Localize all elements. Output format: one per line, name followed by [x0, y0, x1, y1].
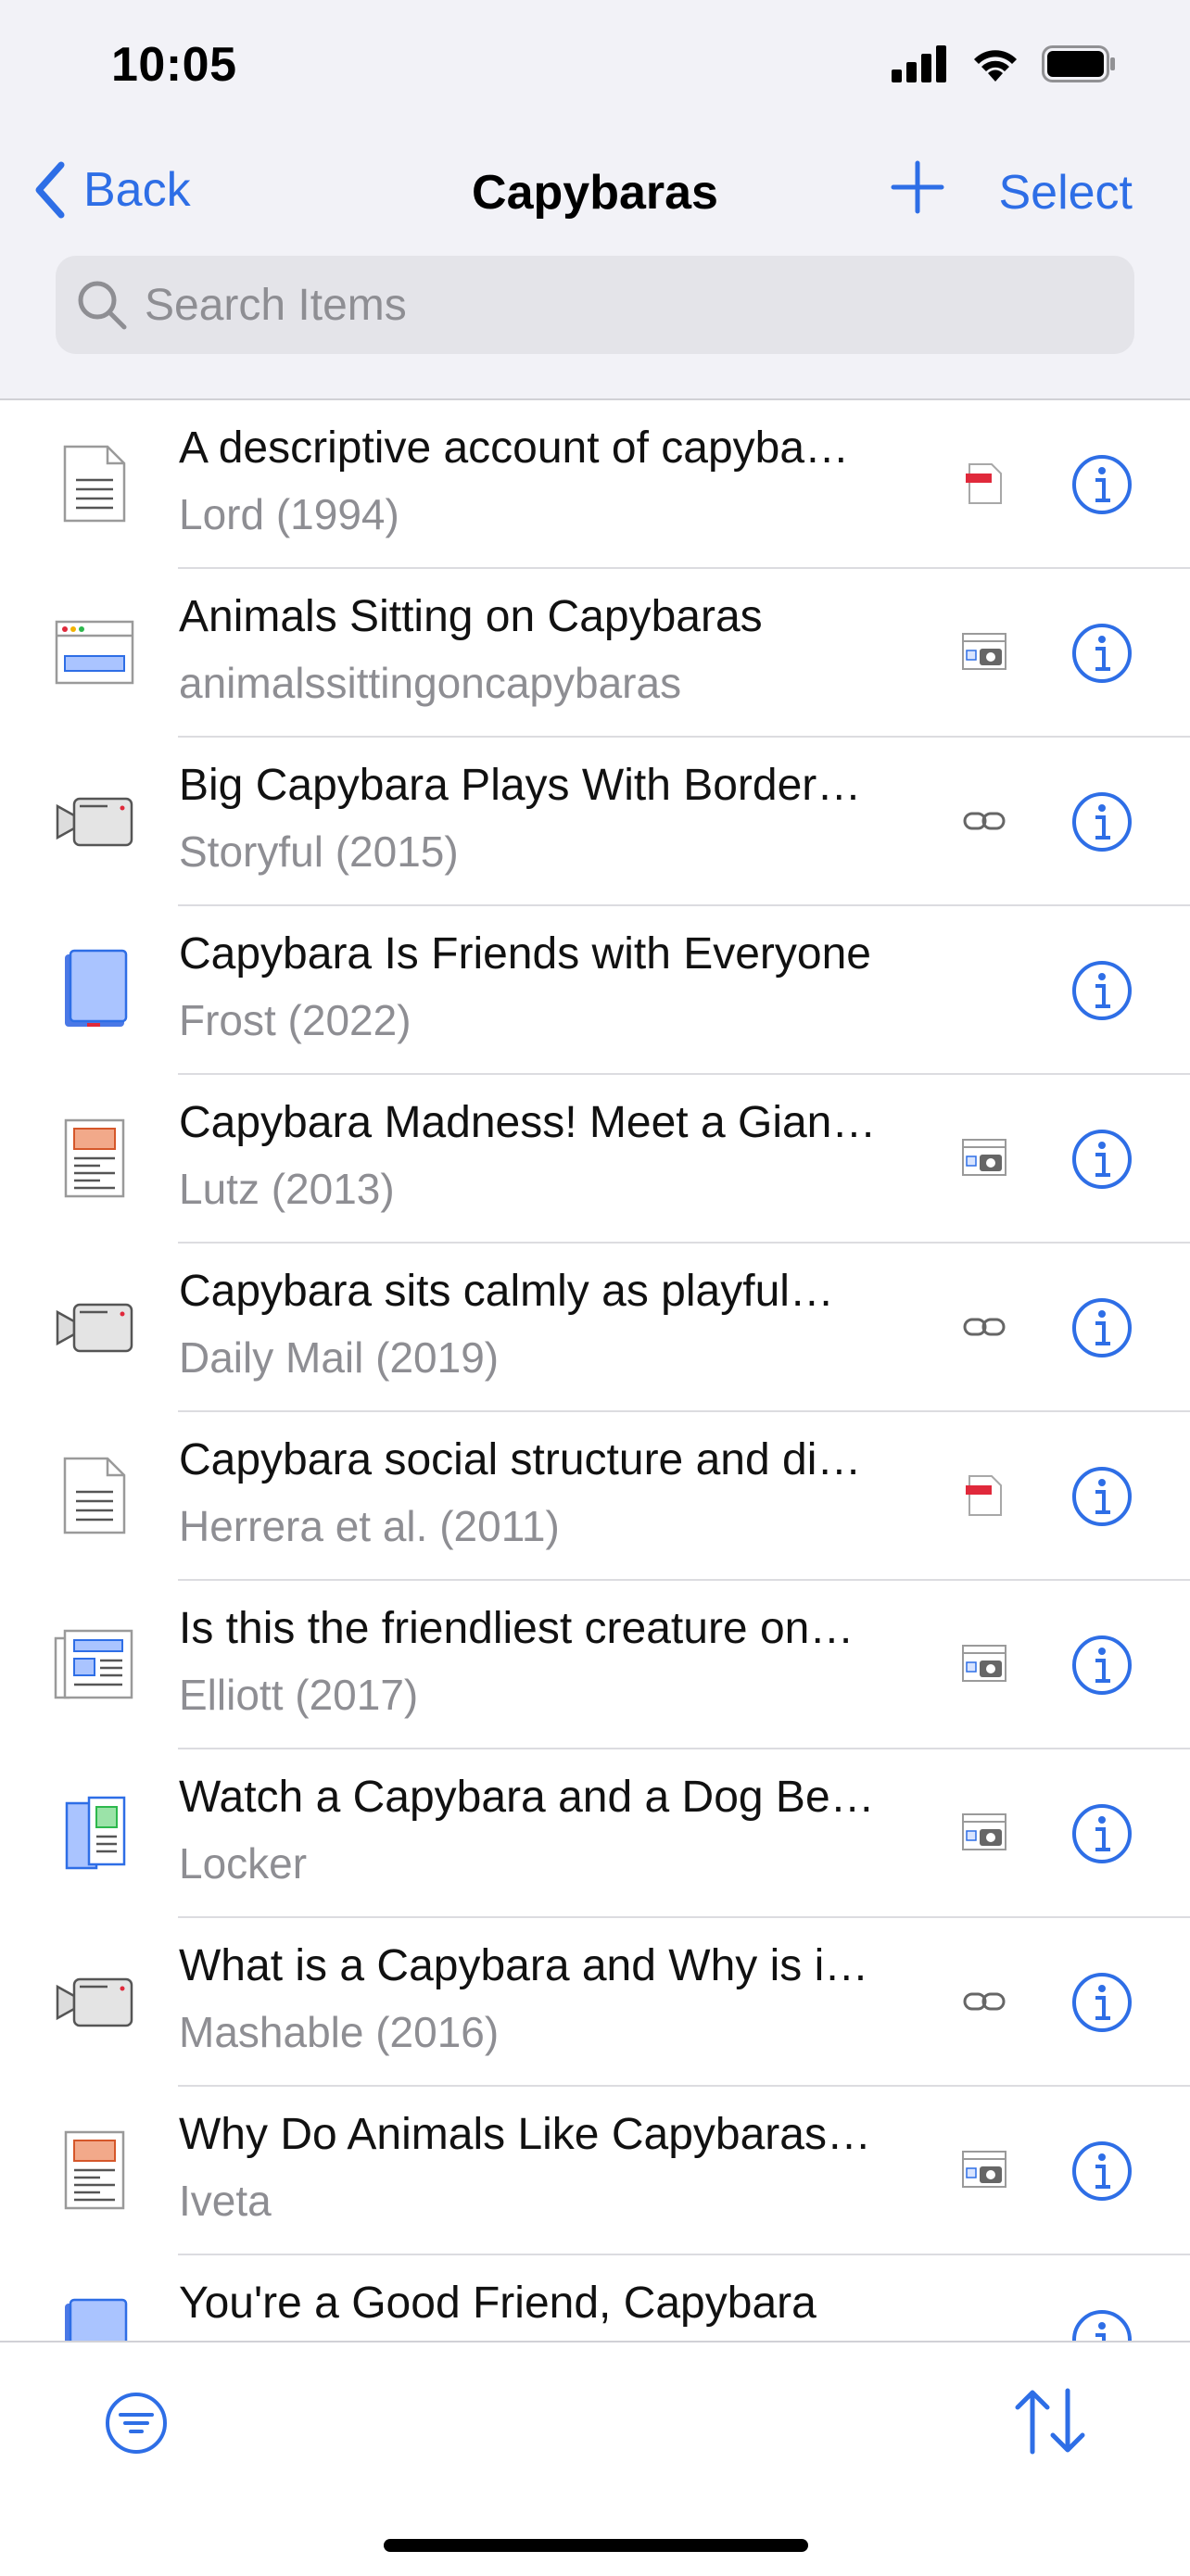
- item-subtitle: Lutz (2013): [179, 1165, 395, 1213]
- cellular-signal-icon: [892, 45, 946, 82]
- row-separator: [178, 1579, 1190, 1581]
- list-item[interactable]: Capybara social structure and di… Herrer…: [0, 1410, 1190, 1579]
- row-separator: [178, 1242, 1190, 1244]
- item-title: Why Do Animals Like Capybaras…: [179, 2110, 871, 2159]
- item-subtitle: Locker: [179, 1839, 308, 1888]
- snapshot-attachment-icon[interactable]: [960, 628, 1008, 676]
- list-item[interactable]: Watch a Capybara and a Dog Be… Locker: [0, 1748, 1190, 1916]
- select-button[interactable]: Select: [998, 165, 1133, 221]
- status-time: 10:05: [111, 38, 237, 92]
- link-attachment-icon[interactable]: [960, 1977, 1008, 2026]
- home-indicator[interactable]: [384, 2539, 808, 2552]
- battery-icon: [1042, 45, 1115, 82]
- newspaper-article-icon: [52, 1622, 137, 1707]
- snapshot-attachment-icon[interactable]: [960, 1134, 1008, 1182]
- list-item[interactable]: You're a Good Friend, Capybara: [0, 2254, 1190, 2341]
- info-button[interactable]: [1071, 454, 1133, 515]
- item-title: A descriptive account of capyba…: [179, 423, 850, 473]
- item-title: Is this the friendliest creature on…: [179, 1604, 855, 1653]
- magazine-article-icon: [52, 1116, 137, 1201]
- item-title: Capybara sits calmly as playful…: [179, 1267, 834, 1316]
- document-icon: [52, 1453, 137, 1538]
- list-item[interactable]: A descriptive account of capyba… Lord (1…: [0, 398, 1190, 567]
- row-separator: [178, 1748, 1190, 1749]
- search-icon: [78, 281, 127, 330]
- link-attachment-icon[interactable]: [960, 797, 1008, 845]
- list-item[interactable]: Is this the friendliest creature on… Ell…: [0, 1579, 1190, 1748]
- status-icons: [892, 44, 1116, 83]
- wifi-icon: [974, 50, 1017, 82]
- list-item[interactable]: Animals Sitting on Capybaras animalssitt…: [0, 567, 1190, 736]
- navigation-bar: Back Capybaras Select Search Items: [0, 139, 1190, 400]
- info-button[interactable]: [1071, 2140, 1133, 2202]
- item-title: Big Capybara Plays With Border…: [179, 761, 862, 810]
- info-button[interactable]: [1071, 1297, 1133, 1358]
- filter-icon[interactable]: [104, 2391, 169, 2456]
- item-title: Animals Sitting on Capybaras: [179, 592, 763, 641]
- item-title: Capybara Is Friends with Everyone: [179, 929, 871, 979]
- item-subtitle: animalssittingoncapybaras: [179, 659, 682, 707]
- webpage-icon: [52, 610, 137, 695]
- magazine-article-icon: [52, 2128, 137, 2213]
- row-separator: [178, 1073, 1190, 1075]
- bottom-toolbar: [0, 2341, 1190, 2576]
- item-subtitle: Storyful (2015): [179, 827, 459, 876]
- row-separator: [178, 1410, 1190, 1412]
- info-button[interactable]: [1071, 1466, 1133, 1527]
- item-subtitle: Frost (2022): [179, 996, 411, 1044]
- item-subtitle: Mashable (2016): [179, 2008, 500, 2056]
- row-separator: [178, 736, 1190, 738]
- snapshot-attachment-icon[interactable]: [960, 1809, 1008, 1857]
- search-field[interactable]: Search Items: [56, 256, 1134, 354]
- item-subtitle: Lord (1994): [179, 490, 399, 538]
- info-button[interactable]: [1071, 2309, 1133, 2341]
- search-placeholder: Search Items: [145, 280, 407, 330]
- pdf-attachment-icon[interactable]: [960, 1471, 1008, 1520]
- row-separator: [178, 2085, 1190, 2087]
- item-title: You're a Good Friend, Capybara: [179, 2279, 817, 2328]
- item-list: A descriptive account of capyba… Lord (1…: [0, 398, 1190, 2341]
- snapshot-attachment-icon[interactable]: [960, 1640, 1008, 1688]
- item-subtitle: Herrera et al. (2011): [179, 1502, 560, 1550]
- list-item[interactable]: Why Do Animals Like Capybaras… Iveta: [0, 2085, 1190, 2254]
- info-button[interactable]: [1071, 1803, 1133, 1864]
- item-title: Capybara Madness! Meet a Gian…: [179, 1098, 877, 1147]
- item-subtitle: Iveta: [179, 2177, 272, 2225]
- row-separator: [178, 1916, 1190, 1918]
- row-separator: [178, 567, 1190, 569]
- pdf-attachment-icon[interactable]: [960, 460, 1008, 508]
- item-title: Capybara social structure and di…: [179, 1435, 862, 1484]
- info-button[interactable]: [1071, 1129, 1133, 1190]
- row-separator: [178, 904, 1190, 906]
- row-separator: [178, 2254, 1190, 2255]
- sort-icon[interactable]: [1012, 2385, 1088, 2457]
- list-item[interactable]: What is a Capybara and Why is i… Mashabl…: [0, 1916, 1190, 2085]
- book-icon: [52, 947, 137, 1032]
- book-icon: [52, 2296, 137, 2341]
- item-title: What is a Capybara and Why is i…: [179, 1941, 869, 1990]
- video-icon: [52, 1284, 137, 1370]
- item-subtitle: Elliott (2017): [179, 1671, 419, 1719]
- list-item[interactable]: Capybara Madness! Meet a Gian… Lutz (201…: [0, 1073, 1190, 1242]
- list-item[interactable]: Capybara Is Friends with Everyone Frost …: [0, 904, 1190, 1073]
- item-subtitle: Daily Mail (2019): [179, 1333, 500, 1382]
- info-button[interactable]: [1071, 791, 1133, 852]
- snapshot-attachment-icon[interactable]: [960, 2146, 1008, 2194]
- item-title: Watch a Capybara and a Dog Be…: [179, 1773, 875, 1822]
- status-bar: 10:05: [0, 0, 1190, 139]
- list-item[interactable]: Capybara sits calmly as playful… Daily M…: [0, 1242, 1190, 1410]
- blog-post-icon: [52, 1790, 137, 1875]
- info-button[interactable]: [1071, 1972, 1133, 2033]
- list-item[interactable]: Big Capybara Plays With Border… Storyful…: [0, 736, 1190, 904]
- link-attachment-icon[interactable]: [960, 1303, 1008, 1351]
- video-icon: [52, 1959, 137, 2044]
- document-icon: [52, 441, 137, 526]
- info-button[interactable]: [1071, 623, 1133, 684]
- info-button[interactable]: [1071, 1635, 1133, 1696]
- info-button[interactable]: [1071, 960, 1133, 1021]
- video-icon: [52, 778, 137, 864]
- add-item-button[interactable]: [888, 158, 947, 217]
